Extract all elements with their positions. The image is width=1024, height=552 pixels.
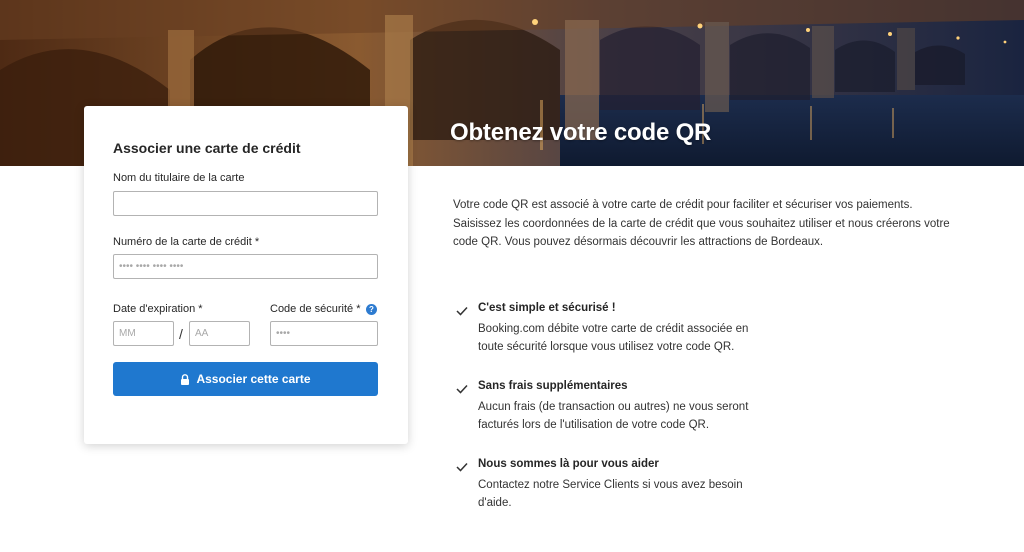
help-icon[interactable]: ? xyxy=(366,304,377,315)
card-number-input[interactable] xyxy=(113,254,378,279)
lock-icon xyxy=(181,373,190,385)
feature-item: C'est simple et sécurisé ! Booking.com d… xyxy=(456,302,776,372)
feature-title: Sans frais supplémentaires xyxy=(478,380,628,392)
credit-card-form: Associer une carte de crédit Nom du titu… xyxy=(84,106,408,444)
feature-text: Booking.com débite votre carte de crédit… xyxy=(478,323,749,353)
feature-text: Contactez notre Service Clients si vous … xyxy=(478,479,743,509)
security-code-input[interactable] xyxy=(270,321,378,346)
cardholder-input[interactable] xyxy=(113,191,378,216)
page-title: Obtenez votre code QR xyxy=(450,119,712,146)
card-number-label: Numéro de la carte de crédit * xyxy=(113,236,260,248)
check-icon xyxy=(456,384,468,394)
feature-item: Nous sommes là pour vous aider Contactez… xyxy=(456,458,776,514)
feature-text: Aucun frais (de transaction ou autres) n… xyxy=(478,401,749,431)
feature-title: Nous sommes là pour vous aider xyxy=(478,458,659,470)
check-icon xyxy=(456,462,468,472)
expiry-label: Date d'expiration * xyxy=(113,303,203,315)
expiry-year-input[interactable] xyxy=(189,321,250,346)
security-code-label: Code de sécurité * xyxy=(270,303,361,315)
expiry-month-input[interactable] xyxy=(113,321,174,346)
qr-description: Votre code QR est associé à votre carte … xyxy=(453,199,950,248)
form-title: Associer une carte de crédit xyxy=(113,140,301,156)
cardholder-label: Nom du titulaire de la carte xyxy=(113,172,245,184)
check-icon xyxy=(456,306,468,316)
associate-card-button[interactable]: Associer cette carte xyxy=(113,362,378,396)
associate-card-button-label: Associer cette carte xyxy=(196,372,311,386)
feature-item: Sans frais supplémentaires Aucun frais (… xyxy=(456,380,776,450)
expiry-separator: / xyxy=(179,326,183,342)
feature-title: C'est simple et sécurisé ! xyxy=(478,302,616,314)
